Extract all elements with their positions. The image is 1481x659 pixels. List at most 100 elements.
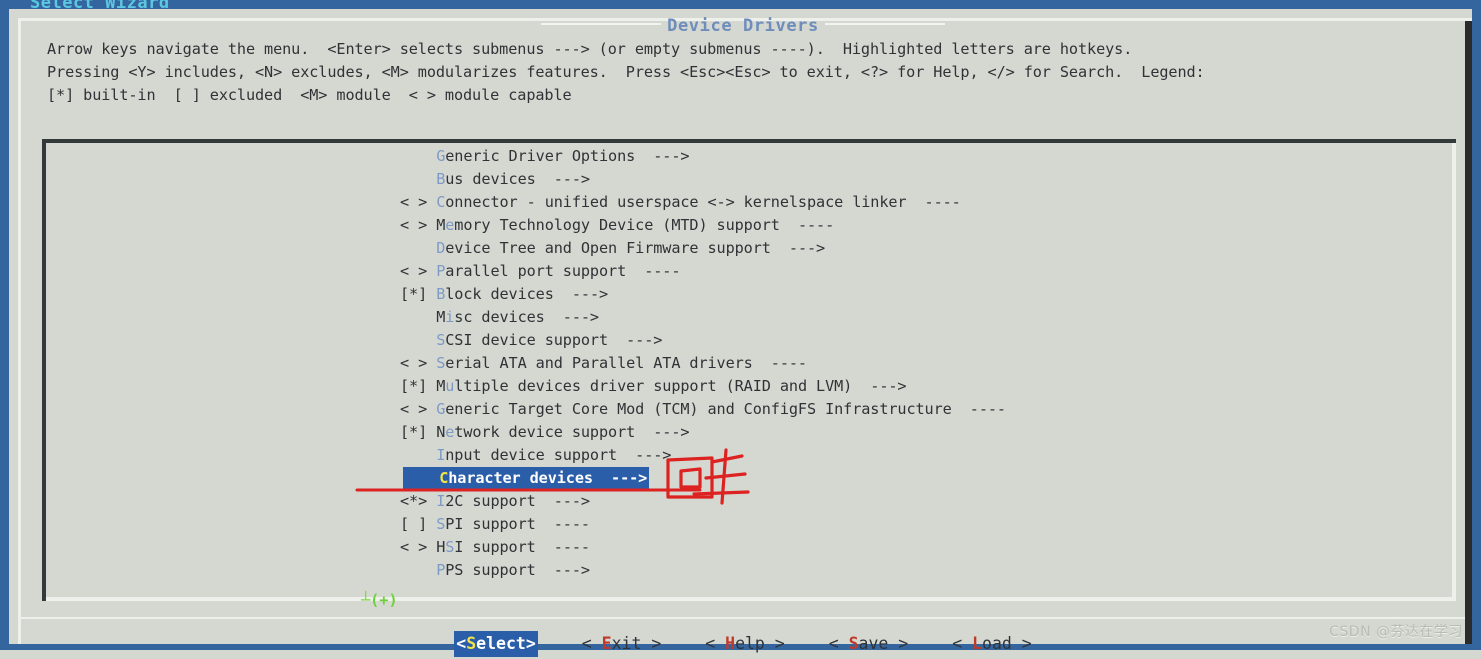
menu-item-state: [*] [400, 423, 437, 441]
menu-item-hotkey: S [436, 354, 446, 372]
menu-item-submenu-arrow: ---> [852, 377, 907, 395]
menu-item[interactable]: SCSI device support ---> [46, 329, 1452, 352]
menu-item-state: < > [400, 216, 437, 234]
menu-item-label: eneric Driver Options [445, 147, 636, 165]
window-frame-right [1472, 0, 1481, 650]
menu-item-label: nput device support [445, 446, 618, 464]
menu-item[interactable]: Bus devices ---> [46, 168, 1452, 191]
button-s-elect[interactable]: <Select> [454, 631, 538, 657]
menu-item-label-pre: M [436, 308, 446, 326]
menu-item-hotkey: C [439, 469, 449, 487]
menu-item[interactable]: < > Parallel port support ---- [46, 260, 1452, 283]
button-label: oad > [982, 634, 1032, 653]
button-bracket-open: < [705, 634, 726, 653]
menu-item-submenu-arrow: ---- [535, 538, 590, 556]
menu-item-submenu-arrow: ---- [752, 354, 807, 372]
button-hotkey: H [725, 634, 736, 653]
menu-item-label: twork device support [454, 423, 636, 441]
menu-item-state [400, 331, 436, 349]
menu-item[interactable]: Device Tree and Open Firmware support --… [46, 237, 1452, 260]
menu-item[interactable]: < > Memory Technology Device (MTD) suppo… [46, 214, 1452, 237]
menu-box-border-bottom [46, 597, 1456, 601]
button-s-ave[interactable]: < Save > [829, 631, 908, 657]
menu-item-state: < > [400, 193, 437, 211]
menu-item-label-pre: H [436, 538, 446, 556]
menu-item[interactable]: Misc devices ---> [46, 306, 1452, 329]
button-hotkey: L [972, 634, 983, 653]
menu-item-label: arallel port support [445, 262, 627, 280]
menu-item-hotkey: C [436, 193, 446, 211]
menu-item-state: [ ] [400, 515, 437, 533]
menu-item[interactable]: [*] Multiple devices driver support (RAI… [46, 375, 1452, 398]
menu-item[interactable]: [ ] SPI support ---- [46, 513, 1452, 536]
scroll-more-indicator: ┴(+) [361, 591, 398, 609]
menu-item-state: <*> [400, 492, 437, 510]
menu-item-hotkey: u [445, 377, 455, 395]
menu-item[interactable]: <*> I2C support ---> [46, 490, 1452, 513]
help-line-2: Pressing <Y> includes, <N> excludes, <M>… [47, 63, 1205, 81]
clipped-window-title: Select Wizard [30, 0, 170, 13]
scroll-tick-icon: ┴ [361, 591, 371, 609]
menu-item-label: I support [454, 538, 536, 556]
menu-item-hotkey: I [436, 446, 446, 464]
menu-item-submenu-arrow: ---> [608, 331, 663, 349]
menu-item[interactable]: Generic Driver Options ---> [46, 145, 1452, 168]
menu-item-state: < > [400, 262, 437, 280]
menu-item-hotkey: D [436, 239, 446, 257]
menu-item[interactable]: [*] Network device support ---> [46, 421, 1452, 444]
menu-item-hotkey: S [445, 538, 455, 556]
help-line-3: [*] built-in [ ] excluded <M> module < >… [47, 86, 572, 104]
menu-item[interactable]: < > Serial ATA and Parallel ATA drivers … [46, 352, 1452, 375]
dialog-bevel-right [1465, 21, 1472, 644]
menu-item-state [400, 147, 436, 165]
menu-item-state: < > [400, 354, 437, 372]
menu-item-label-pre: M [436, 216, 446, 234]
menu-item[interactable]: < > HSI support ---- [46, 536, 1452, 559]
help-line-1: Arrow keys navigate the menu. <Enter> se… [47, 40, 1133, 58]
menu-item-submenu-arrow: ---- [951, 400, 1006, 418]
menu-item-label: eneric Target Core Mod (TCM) and ConfigF… [445, 400, 952, 418]
window-frame-top [0, 0, 1481, 9]
menu-item-label: us devices [445, 170, 536, 188]
button-bracket-open: < [456, 634, 467, 653]
menu-item-hotkey: P [436, 561, 446, 579]
menu-item-label: 2C support [445, 492, 536, 510]
help-text: Arrow keys navigate the menu. <Enter> se… [47, 38, 1459, 107]
menu-item-label: ltiple devices driver support (RAID and … [454, 377, 853, 395]
menu-item-label: mory Technology Device (MTD) support [454, 216, 780, 234]
button-bracket-open: < [828, 634, 849, 653]
menu-item[interactable]: < > Connector - unified userspace <-> ke… [46, 191, 1452, 214]
button-hotkey: E [601, 634, 612, 653]
page-title: Device Drivers [667, 15, 819, 36]
button-e-xit[interactable]: < Exit > [582, 631, 661, 657]
menu-item-selected[interactable]: Character devices ---> [46, 467, 1452, 490]
button-label: xit > [611, 634, 662, 653]
menu-item-state [400, 239, 436, 257]
selection-highlight: Character devices ---> [403, 467, 650, 490]
menu-item-state: [*] [400, 285, 437, 303]
menu-item-state [400, 170, 436, 188]
menu-item-submenu-arrow: ---> [544, 308, 599, 326]
menu-item[interactable]: < > Generic Target Core Mod (TCM) and Co… [46, 398, 1452, 421]
menu-item-label: PI support [445, 515, 536, 533]
menu-item-submenu-arrow: ---> [553, 285, 609, 303]
menu-item-submenu-arrow: ---> [535, 170, 590, 188]
menu-item-label: haracter devices [448, 469, 593, 487]
button-h-elp[interactable]: < Help > [705, 631, 784, 657]
menu-item-hotkey: B [436, 170, 446, 188]
button-l-oad[interactable]: < Load > [952, 631, 1031, 657]
title-rule-right [824, 22, 945, 25]
menu-item-state [400, 561, 436, 579]
menu-item-state [400, 446, 436, 464]
menu-item-state: < > [400, 538, 437, 556]
button-bar[interactable]: <Select> < Exit > < Help > < Save > < Load > [21, 631, 1465, 659]
menu-item-hotkey: S [436, 331, 446, 349]
menu-item[interactable]: PPS support ---> [46, 559, 1452, 582]
menu-item[interactable]: Input device support ---> [46, 444, 1452, 467]
menu-item-label: sc devices [454, 308, 545, 326]
menu-item[interactable]: [*] Block devices ---> [46, 283, 1452, 306]
menu-item-state [403, 469, 439, 487]
menu-list[interactable]: Generic Driver Options ---> Bus devices … [46, 145, 1452, 595]
watermark: CSDN @芬达在学习 [1329, 624, 1463, 640]
button-hotkey: S [466, 634, 477, 653]
